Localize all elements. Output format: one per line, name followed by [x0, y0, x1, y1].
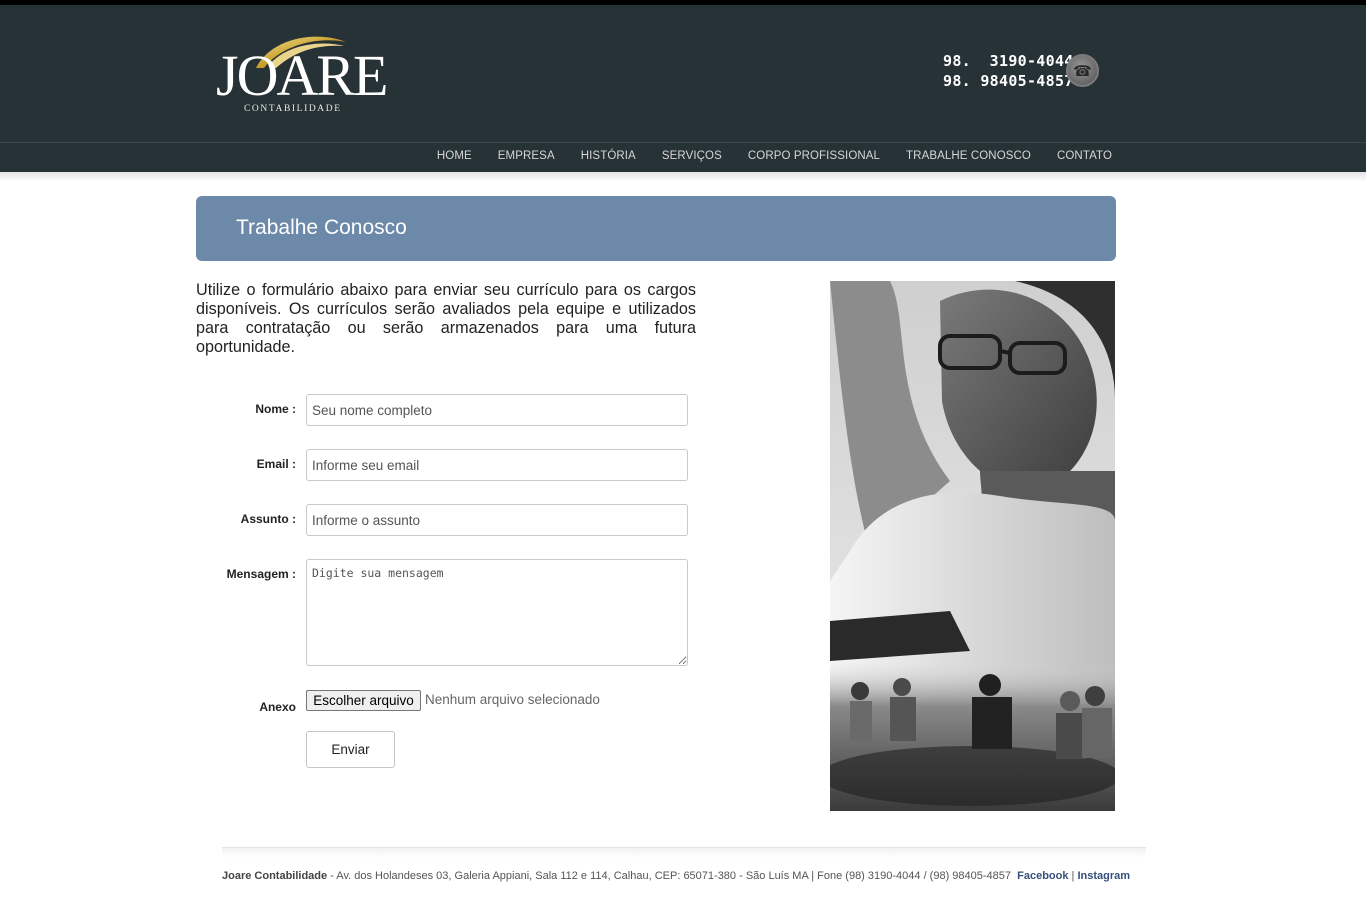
footer-company: Joare Contabilidade	[222, 870, 328, 882]
footer-shadow	[222, 848, 1146, 858]
attachment-label: Anexo	[259, 700, 296, 714]
nav-item-contato[interactable]: CONTATO	[1057, 150, 1112, 162]
page-title: Trabalhe Conosco	[236, 216, 407, 239]
submit-button[interactable]: Enviar	[306, 731, 395, 768]
subject-input[interactable]	[306, 504, 688, 536]
nav-item-empresa[interactable]: EMPRESA	[498, 150, 555, 162]
photo-illustration	[830, 281, 1115, 811]
main-navigation: HOME EMPRESA HISTÓRIA SERVIÇOS CORPO PRO…	[0, 143, 1366, 172]
instagram-link[interactable]: Instagram	[1077, 870, 1130, 882]
phone-number-1: 98. 3190-4044	[943, 52, 1074, 70]
nav-item-home[interactable]: HOME	[437, 150, 472, 162]
nav-item-corpo-profissional[interactable]: CORPO PROFISSIONAL	[748, 150, 880, 162]
nav-item-historia[interactable]: HISTÓRIA	[581, 150, 636, 162]
intro-text: Utilize o formulário abaixo para enviar …	[196, 281, 696, 356]
logo-subtitle: CONTABILIDADE	[244, 104, 342, 114]
email-input[interactable]	[306, 449, 688, 481]
header-shadow	[0, 172, 1366, 182]
nav-item-servicos[interactable]: SERVIÇOS	[662, 150, 722, 162]
name-label: Nome :	[255, 402, 296, 416]
page-title-banner: Trabalhe Conosco	[196, 196, 1116, 261]
footer-address: - Av. dos Holandeses 03, Galeria Appiani…	[327, 870, 1018, 882]
subject-label: Assunto :	[240, 512, 296, 526]
site-footer: Joare Contabilidade - Av. dos Holandeses…	[222, 870, 1130, 882]
file-status: Nenhum arquivo selecionado	[425, 692, 600, 707]
professional-woman-photo	[830, 281, 1115, 811]
logo-text: JOARE	[216, 43, 388, 108]
choose-file-button[interactable]: Escolher arquivo	[306, 690, 421, 711]
site-logo[interactable]: JOARE CONTABILIDADE	[216, 28, 391, 126]
email-label: Email :	[256, 457, 296, 471]
phone-numbers: 98. 3190-4044 98. 98405-4857	[943, 51, 1074, 91]
phone-icon: ☎	[1066, 54, 1099, 87]
message-label: Mensagem :	[226, 567, 296, 581]
facebook-link[interactable]: Facebook	[1017, 870, 1068, 882]
message-textarea[interactable]	[306, 559, 688, 666]
phone-number-2: 98. 98405-4857	[943, 72, 1074, 90]
nav-item-trabalhe-conosco[interactable]: TRABALHE CONOSCO	[906, 150, 1031, 162]
name-input[interactable]	[306, 394, 688, 426]
